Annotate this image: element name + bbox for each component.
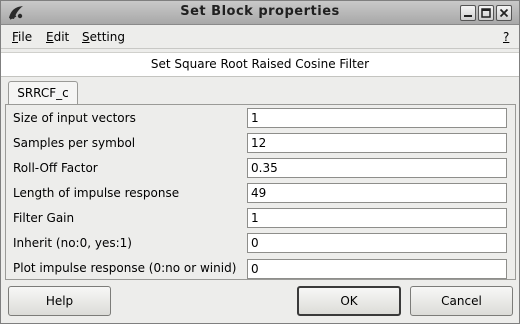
param-label-rolloff: Roll-Off Factor: [13, 161, 98, 175]
param-label-filter-gain: Filter Gain: [13, 211, 75, 225]
close-icon: [499, 8, 509, 18]
menu-file-label: ile: [18, 30, 33, 44]
menu-file[interactable]: File: [12, 30, 32, 44]
cancel-button[interactable]: Cancel: [410, 286, 513, 316]
close-button[interactable]: [496, 5, 512, 21]
param-label-inherit: Inherit (no:0, yes:1): [13, 236, 132, 250]
maximize-icon: [481, 8, 491, 18]
minimize-icon: [464, 15, 472, 17]
window-title: Set Block properties: [180, 4, 340, 19]
impulse-length-field[interactable]: [247, 183, 507, 203]
maximize-button[interactable]: [478, 5, 494, 21]
input-size-field[interactable]: [247, 108, 507, 128]
help-button[interactable]: Help: [8, 286, 111, 316]
menu-help[interactable]: ?: [503, 30, 509, 44]
tab-srrcf-c[interactable]: SRRCF_c: [8, 81, 78, 105]
menu-setting[interactable]: Setting: [82, 30, 125, 44]
ok-button[interactable]: OK: [297, 286, 401, 316]
menu-setting-mnemonic: S: [82, 30, 90, 44]
samples-per-symbol-field[interactable]: [247, 133, 507, 153]
param-label-samples-per-symbol: Samples per symbol: [13, 136, 136, 150]
filter-gain-field[interactable]: [247, 208, 507, 228]
menu-setting-label: etting: [89, 30, 125, 44]
menu-edit[interactable]: Edit: [46, 30, 69, 44]
dialog-window: Set Block properties File Edit Setting ?…: [0, 0, 520, 324]
param-label-input-size: Size of input vectors: [13, 111, 136, 125]
menu-bar: File Edit Setting ?: [1, 26, 519, 49]
menu-edit-label: dit: [53, 30, 70, 44]
dialog-header: Set Square Root Raised Cosine Filter: [1, 52, 519, 77]
param-label-plot-impulse: Plot impulse response (0:no or winid): [13, 261, 237, 275]
inherit-field[interactable]: [247, 233, 507, 253]
title-bar[interactable]: Set Block properties: [1, 1, 519, 25]
plot-impulse-field[interactable]: [247, 259, 507, 279]
rolloff-factor-field[interactable]: [247, 158, 507, 178]
menu-help-label: ?: [503, 30, 510, 44]
param-label-impulse-length: Length of impulse response: [13, 186, 180, 200]
minimize-button[interactable]: [460, 5, 476, 21]
menu-edit-mnemonic: E: [46, 30, 54, 44]
